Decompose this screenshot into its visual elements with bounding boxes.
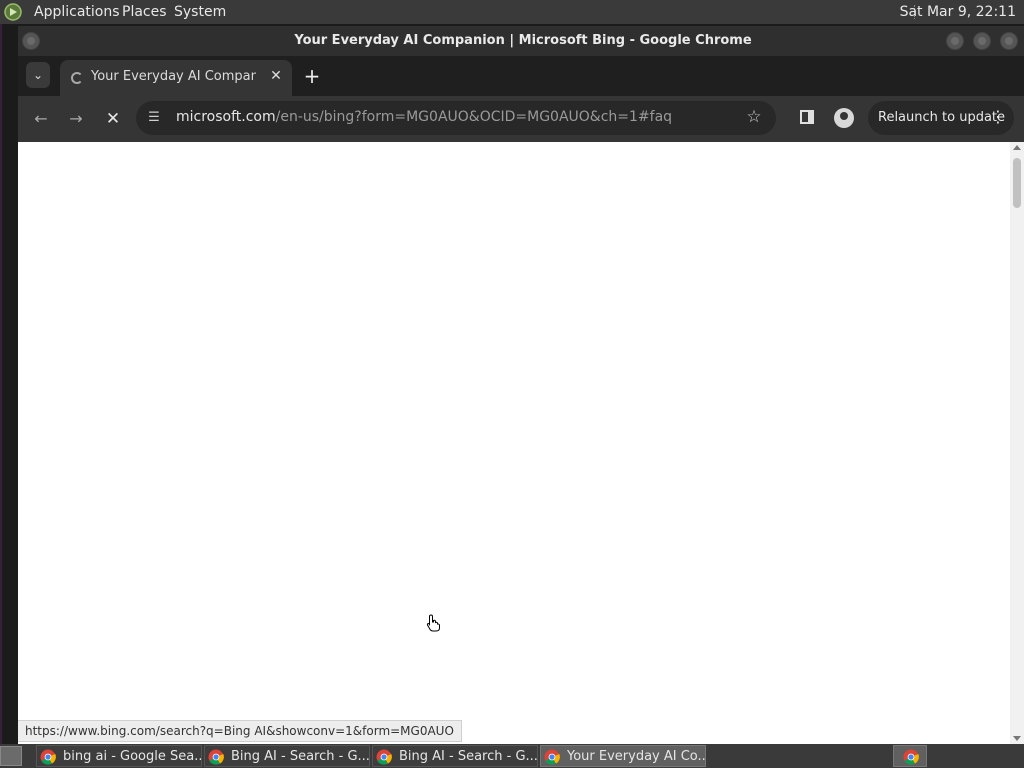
tab-search-button[interactable]: ⌄ [26, 62, 50, 88]
window-title: Your Everyday AI Companion | Microsoft B… [294, 33, 752, 48]
link-status-bubble: https://www.bing.com/search?q=Bing AI&sh… [18, 720, 462, 742]
side-panel-icon[interactable] [800, 110, 814, 124]
tray-chrome-button[interactable] [893, 745, 927, 767]
page-content[interactable]: https://www.bing.com/search?q=Bing AI&sh… [18, 142, 1024, 744]
new-tab-button[interactable]: + [300, 64, 324, 88]
star-icon[interactable]: ☆ [744, 107, 764, 127]
relaunch-to-update-button[interactable]: Relaunch to update ⋮ [868, 101, 1014, 135]
taskbar-item-label: Bing AI - Search - G... [231, 749, 370, 764]
taskbar-item-label: Bing AI - Search - G... [399, 749, 538, 764]
forward-button[interactable]: → [63, 106, 89, 132]
chrome-icon [40, 749, 56, 765]
tab-title: Your Everyday AI Companion [91, 69, 256, 84]
show-desktop-button[interactable] [0, 746, 22, 766]
taskbar-item-label: bing ai - Google Sea... [63, 749, 202, 764]
taskbar-item[interactable]: Bing AI - Search - G... [204, 745, 370, 767]
menu-places[interactable]: Places [122, 4, 167, 20]
vertical-scrollbar[interactable] [1010, 142, 1024, 744]
taskbar-item[interactable]: Bing AI - Search - G... [372, 745, 538, 767]
tab-strip: ⌄ Your Everyday AI Companion ✕ + [18, 56, 1024, 96]
minimize-button[interactable] [946, 32, 964, 50]
top-panel: Applications Places System Sat Mar 9, 22… [0, 0, 1024, 24]
url-host: microsoft.com [176, 109, 276, 125]
tune-icon[interactable]: ☰ [144, 108, 164, 128]
taskbar-item-active[interactable]: Your Everyday AI Co... [540, 745, 706, 767]
profile-icon[interactable] [834, 108, 854, 128]
chrome-icon [208, 749, 224, 765]
browser-window: Your Everyday AI Companion | Microsoft B… [18, 26, 1024, 744]
kebab-menu-icon: ⋮ [990, 107, 1006, 126]
loading-spinner-icon [71, 72, 83, 84]
chrome-icon [376, 749, 392, 765]
taskbar-item[interactable]: bing ai - Google Sea... [36, 745, 202, 767]
tab-active[interactable]: Your Everyday AI Companion ✕ [60, 60, 292, 96]
scroll-up-arrow-icon[interactable] [1013, 145, 1021, 150]
desktop-background [0, 24, 18, 744]
back-button[interactable]: ← [28, 106, 54, 132]
close-icon[interactable]: ✕ [267, 67, 285, 85]
relaunch-label: Relaunch to update [878, 110, 1006, 125]
chrome-icon [544, 749, 560, 765]
arrow-right-icon: → [69, 109, 83, 128]
taskbar-item-label: Your Everyday AI Co... [567, 749, 706, 764]
menu-applications[interactable]: Applications [34, 4, 120, 20]
browser-toolbar: ← → ✕ ☰ microsoft.com/en-us/bing?form=MG… [18, 96, 1024, 142]
mate-logo-icon[interactable] [4, 3, 24, 21]
hand-pointer-icon [426, 614, 440, 632]
taskbar: bing ai - Google Sea... Bing AI - Search… [0, 744, 1024, 768]
url-path: /en-us/bing?form=MG0AUO&OCID=MG0AUO&ch=1… [275, 109, 673, 125]
stop-x-icon: ✕ [105, 109, 121, 129]
stop-button[interactable]: ✕ [100, 106, 126, 132]
scroll-thumb[interactable] [1013, 158, 1021, 208]
scroll-down-arrow-icon[interactable] [1013, 736, 1021, 741]
clock[interactable]: Sat Mar 9, 22:11 [900, 4, 1016, 20]
menu-system[interactable]: System [174, 4, 226, 20]
chrome-icon [903, 749, 919, 765]
address-bar[interactable]: ☰ microsoft.com/en-us/bing?form=MG0AUO&O… [136, 101, 776, 135]
url-text[interactable]: microsoft.com/en-us/bing?form=MG0AUO&OCI… [176, 109, 672, 125]
maximize-button[interactable] [973, 32, 991, 50]
chevron-down-icon: ⌄ [32, 68, 44, 82]
window-titlebar[interactable]: Your Everyday AI Companion | Microsoft B… [18, 26, 1024, 56]
arrow-left-icon: ← [34, 109, 48, 128]
close-window-button[interactable] [1000, 32, 1018, 50]
plus-icon: + [303, 64, 321, 88]
